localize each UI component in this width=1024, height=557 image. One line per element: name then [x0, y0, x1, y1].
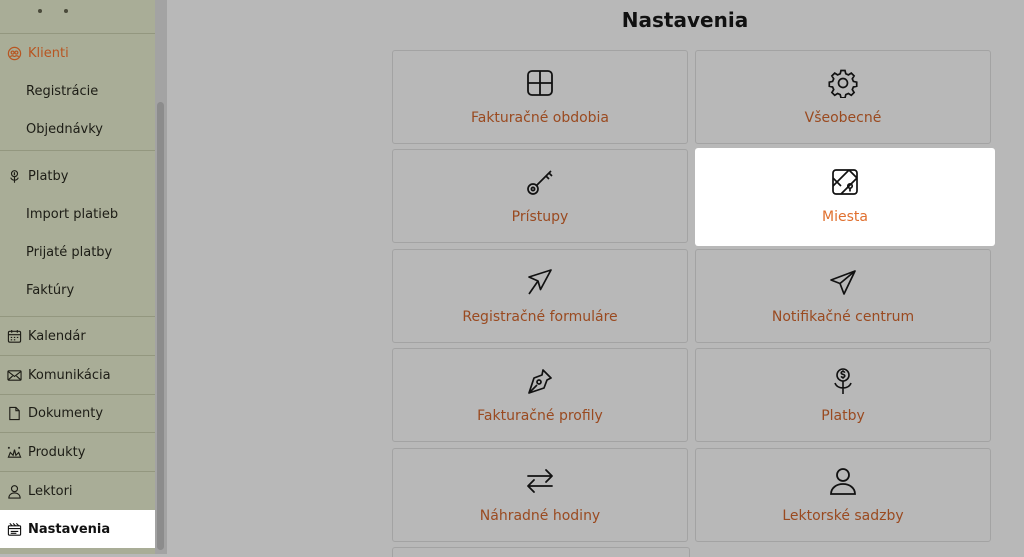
gear-icon [828, 68, 858, 98]
sidebar-item-komunikacia[interactable]: Komunikácia [0, 356, 155, 394]
card-label: Miesta [822, 209, 868, 225]
sidebar-item-platby[interactable]: Platby [0, 157, 155, 195]
card-registracne-formulare[interactable]: Registračné formuláre [392, 249, 688, 343]
card-miesta[interactable]: Miesta [695, 148, 995, 246]
card-label: Prístupy [511, 209, 569, 225]
sidebar-item-faktury[interactable]: Faktúry [0, 271, 155, 309]
pen-nib-icon [525, 366, 555, 396]
card-vseobecne[interactable]: Všeobecné [695, 50, 991, 144]
sidebar-item-registracie[interactable]: Registrácie [0, 72, 155, 110]
sidebar-item-label: Registrácie [26, 83, 99, 99]
sidebar-item-label: Prijaté platby [26, 244, 113, 260]
sidebar-item-lektori[interactable]: Lektori [0, 472, 155, 510]
card-lektorske-sadzby[interactable]: Lektorské sadzby [695, 448, 991, 542]
sidebar-item-cutoff [34, 0, 74, 16]
money-plant-icon [0, 157, 28, 195]
sidebar-item-label: Nastavenia [28, 521, 111, 537]
divider [0, 150, 155, 151]
map-icon [830, 167, 860, 197]
products-icon [0, 433, 28, 471]
settings-board-icon [0, 510, 28, 548]
user-icon [0, 472, 28, 510]
card-notifikacne-centrum[interactable]: Notifikačné centrum [695, 249, 991, 343]
card-platby[interactable]: Platby [695, 348, 991, 442]
sidebar-item-label: Lektori [28, 483, 73, 499]
person-icon [828, 466, 858, 496]
key-icon [525, 167, 555, 197]
sidebar-item-label: Platby [28, 168, 69, 184]
calendar-icon [0, 317, 28, 355]
sidebar-item-produkty[interactable]: Produkty [0, 433, 155, 471]
sidebar: Klienti Registrácie Objednávky Platby Im… [0, 0, 155, 554]
sidebar-item-prijate-platby[interactable]: Prijaté platby [0, 233, 155, 271]
money-plant-icon [828, 366, 858, 396]
sidebar-item-dokumenty[interactable]: Dokumenty [0, 394, 155, 432]
sidebar-item-label: Faktúry [26, 282, 75, 298]
swap-arrows-icon [525, 466, 555, 496]
card-label: Notifikačné centrum [771, 309, 915, 325]
card-label: Platby [821, 408, 865, 424]
sidebar-item-label: Produkty [28, 444, 86, 460]
sidebar-item-label: Klienti [28, 45, 69, 61]
card-nahradne-hodiny[interactable]: Náhradné hodiny [392, 448, 688, 542]
sidebar-item-kalendar[interactable]: Kalendár [0, 317, 155, 355]
card-partial[interactable] [392, 547, 690, 557]
card-fakturacne-obdobia[interactable]: Fakturačné obdobia [392, 50, 688, 144]
sidebar-scrollbar-thumb[interactable] [157, 102, 164, 550]
paper-plane-icon [828, 267, 858, 297]
sidebar-item-label: Komunikácia [28, 367, 111, 383]
sidebar-item-label: Objednávky [26, 121, 104, 137]
sidebar-item-label: Import platieb [26, 206, 119, 222]
mail-icon [0, 356, 28, 394]
document-icon [0, 394, 28, 432]
cursor-arrow-icon [525, 267, 555, 297]
sidebar-item-klienti[interactable]: Klienti [0, 34, 155, 72]
page-title: Nastavenia [621, 8, 749, 32]
card-label: Lektorské sadzby [782, 508, 904, 524]
sidebar-item-label: Kalendár [28, 328, 86, 344]
sidebar-item-objednavky[interactable]: Objednávky [0, 110, 155, 148]
grid-icon [525, 68, 555, 98]
card-pristupy[interactable]: Prístupy [392, 149, 688, 243]
card-label: Náhradné hodiny [479, 508, 601, 524]
users-icon [0, 34, 28, 72]
card-label: Fakturačné profily [477, 408, 603, 424]
sidebar-item-import-platieb[interactable]: Import platieb [0, 195, 155, 233]
card-label: Všeobecné [804, 110, 882, 126]
card-label: Fakturačné obdobia [470, 110, 610, 126]
sidebar-item-nastavenia[interactable]: Nastavenia [0, 510, 160, 548]
sidebar-item-label: Dokumenty [28, 405, 104, 421]
card-label: Registračné formuláre [462, 309, 618, 325]
card-fakturacne-profily[interactable]: Fakturačné profily [392, 348, 688, 442]
